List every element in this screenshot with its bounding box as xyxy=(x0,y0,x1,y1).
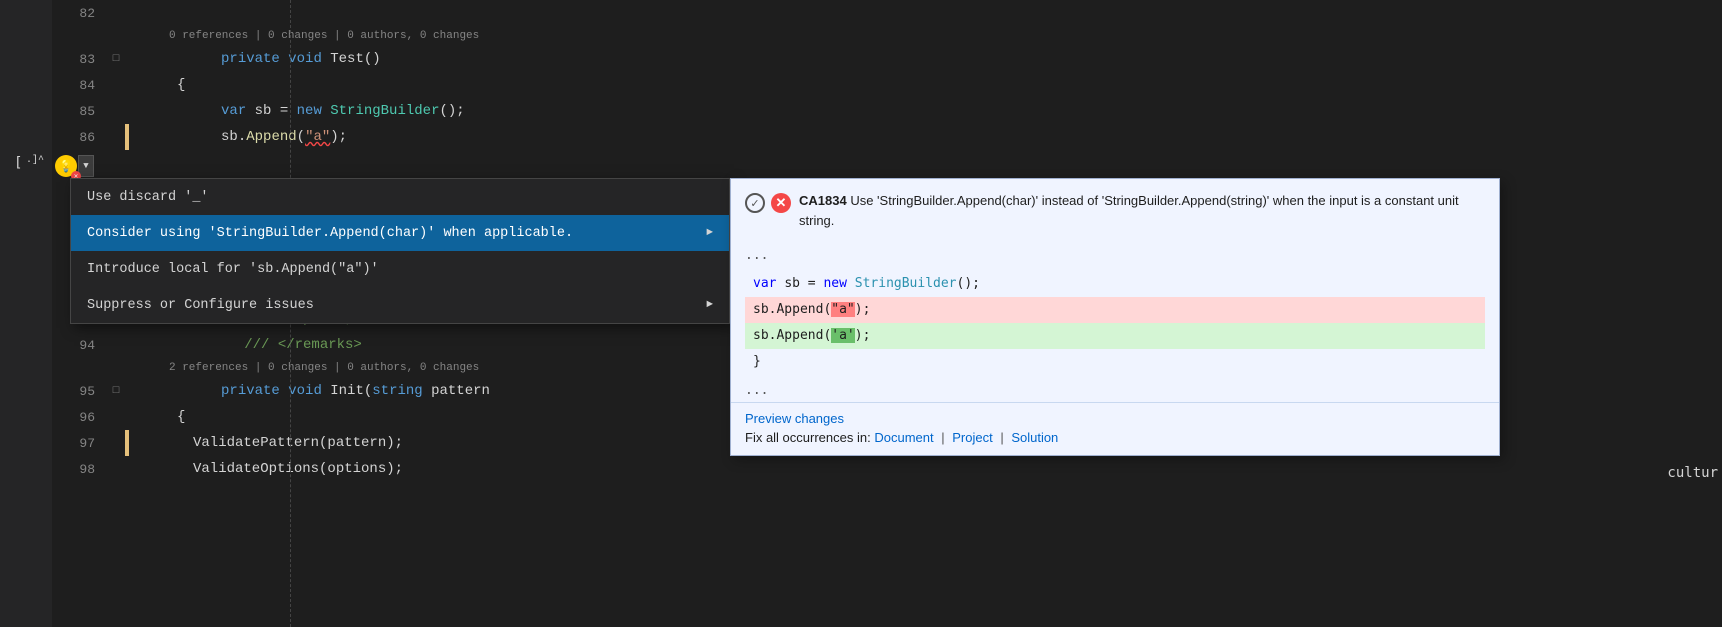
keyword-private-95: private xyxy=(221,383,288,399)
line-number-97: 97 xyxy=(52,436,107,451)
code-line-98: 98 ValidateOptions(options); xyxy=(52,456,1722,482)
close-paren: ); xyxy=(330,129,347,145)
method-call: sb. xyxy=(221,129,246,145)
fix-all-solution-link[interactable]: Solution xyxy=(1011,430,1058,445)
quick-action-menu: Use discard '_' Consider using 'StringBu… xyxy=(70,178,730,324)
left-sidebar: [ .]^ xyxy=(0,0,52,627)
menu-item-label-use-discard: Use discard '_' xyxy=(87,190,209,205)
submenu-arrow-suppress: ► xyxy=(706,299,713,311)
preview-close-3: ); xyxy=(855,328,871,343)
menu-item-label-consider: Consider using 'StringBuilder.Append(cha… xyxy=(87,226,573,241)
menu-item-label-suppress: Suppress or Configure issues xyxy=(87,298,314,313)
line-number-83: 83 xyxy=(52,52,107,67)
preview-type: StringBuilder xyxy=(855,276,957,291)
preview-kw-new: new xyxy=(823,276,854,291)
preview-line-added: sb.Append('a'); xyxy=(745,323,1485,349)
submenu-arrow-consider: ► xyxy=(706,227,713,239)
line-number-95: 95 xyxy=(52,384,107,399)
line-number-82: 82 xyxy=(52,6,107,21)
error-id: CA1834 xyxy=(799,193,847,208)
circle-check-icon: ✓ xyxy=(745,193,765,213)
append-method: Append xyxy=(246,129,296,145)
menu-item-use-discard[interactable]: Use discard '_' xyxy=(71,179,729,215)
line-number-94: 94 xyxy=(52,338,107,353)
separator-2: | xyxy=(1000,430,1007,445)
preview-close-2: ); xyxy=(855,302,871,317)
line-indicator-95: □ xyxy=(107,385,125,397)
info-panel-header: ✓ ✕ CA1834 Use 'StringBuilder.Append(cha… xyxy=(731,179,1499,240)
line-number-85: 85 xyxy=(52,104,107,119)
fix-all-document-link[interactable]: Document xyxy=(874,430,933,445)
line-number-84: 84 xyxy=(52,78,107,93)
preview-indent-2: sb.Append( xyxy=(753,302,831,317)
line-number-98: 98 xyxy=(52,462,107,477)
code-preview-block: var sb = new StringBuilder(); sb.Append(… xyxy=(745,271,1485,375)
highlight-old-arg: "a" xyxy=(831,302,854,317)
line-number-86: 86 xyxy=(52,130,107,145)
preview-line-1: var sb = new StringBuilder(); xyxy=(745,271,1485,297)
preview-sb: sb = xyxy=(784,276,823,291)
dropdown-chevron: ▼ xyxy=(83,161,88,171)
line-indicator-83: □ xyxy=(107,53,125,65)
line-content-98: ValidateOptions(options); xyxy=(129,456,1722,482)
code-line-86: 86 sb.Append("a"); xyxy=(52,124,1722,150)
method-init: Init( xyxy=(330,383,372,399)
keyword-void-95: void xyxy=(288,383,330,399)
right-edge-text: cultur xyxy=(1667,465,1722,481)
menu-item-introduce-local[interactable]: Introduce local for 'sb.Append("a")' xyxy=(71,251,729,287)
bracket-indicator: [ xyxy=(14,155,22,171)
fix-all-project-link[interactable]: Project xyxy=(952,430,992,445)
preview-indent-3: sb.Append( xyxy=(753,328,831,343)
info-panel-body: ... var sb = new StringBuilder(); sb.App… xyxy=(731,240,1499,402)
separator-1: | xyxy=(941,430,948,445)
preview-line-brace: } xyxy=(745,349,1485,375)
info-panel-title-text: CA1834 Use 'StringBuilder.Append(char)' … xyxy=(799,191,1485,230)
info-title-span: Use 'StringBuilder.Append(char)' instead… xyxy=(799,193,1459,228)
string-arg: "a" xyxy=(305,129,330,145)
fix-all-label: Fix all occurrences in: xyxy=(745,430,871,445)
info-panel-icons: ✓ ✕ xyxy=(745,193,791,213)
fix-all-line: Fix all occurrences in: Document | Proje… xyxy=(745,430,1485,445)
info-dots-bottom: ... xyxy=(745,379,1485,402)
preview-parens: (); xyxy=(957,276,980,291)
info-title-body: Use 'StringBuilder.Append(char)' instead… xyxy=(799,193,1459,228)
code-action-info-panel: ✓ ✕ CA1834 Use 'StringBuilder.Append(cha… xyxy=(730,178,1500,456)
preview-kw-var: var xyxy=(753,276,784,291)
dot-indicator: .]^ xyxy=(26,155,44,166)
highlight-new-arg: 'a' xyxy=(831,328,854,343)
error-circle-icon: ✕ xyxy=(771,193,791,213)
line-number-96: 96 xyxy=(52,410,107,425)
param-pattern: pattern xyxy=(423,383,490,399)
keyword-string: string xyxy=(372,383,422,399)
open-paren: ( xyxy=(297,129,305,145)
code-editor: 82 0 references | 0 changes | 0 authors,… xyxy=(0,0,1722,627)
lightbulb-icon[interactable]: 💡 ✕ xyxy=(55,155,77,177)
info-dots-top: ... xyxy=(745,244,1485,267)
menu-item-suppress-configure[interactable]: Suppress or Configure issues ► xyxy=(71,287,729,323)
menu-item-label-introduce: Introduce local for 'sb.Append("a")' xyxy=(87,262,379,277)
info-panel-footer: Preview changes Fix all occurrences in: … xyxy=(731,402,1499,455)
preview-line-removed: sb.Append("a"); xyxy=(745,297,1485,323)
lightbulb-widget[interactable]: 💡 ✕ ▼ xyxy=(55,155,94,177)
preview-changes-link[interactable]: Preview changes xyxy=(745,411,1485,426)
menu-item-consider-stringbuilder[interactable]: Consider using 'StringBuilder.Append(cha… xyxy=(71,215,729,251)
